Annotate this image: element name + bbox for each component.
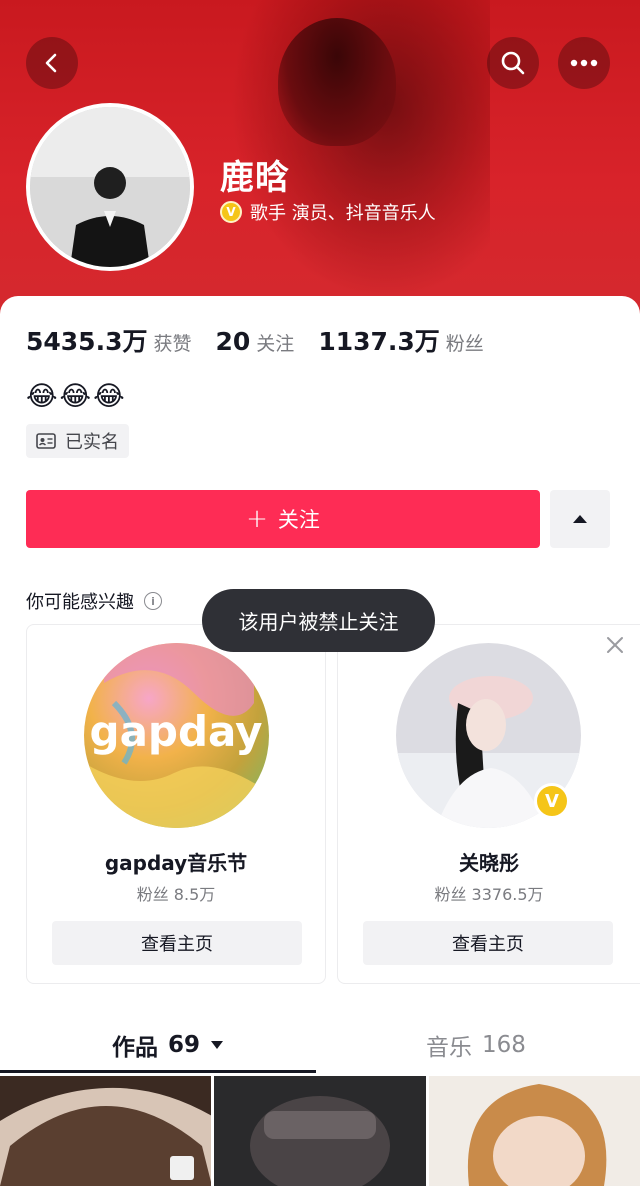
suggestion-card[interactable]: V 关晓彤 粉丝 3376.5万 查看主页 <box>337 624 640 984</box>
search-icon <box>501 51 525 75</box>
chevron-left-icon <box>45 53 57 73</box>
verification-text: 歌手 演员、抖音音乐人 <box>250 203 436 224</box>
tab-music-count: 168 <box>482 1032 526 1058</box>
video-thumbnail[interactable] <box>428 1076 640 1186</box>
tab-works-label: 作品 <box>112 1035 158 1061</box>
bio-emojis: 😂😂😂 <box>26 381 127 412</box>
follow-label: 关注 <box>277 508 320 532</box>
suggestion-card[interactable]: gapday gapday音乐节 粉丝 8.5万 查看主页 <box>26 624 326 984</box>
real-name-verified-tag: 已实名 <box>26 424 129 458</box>
following-count[interactable]: 20 <box>216 327 251 356</box>
followers-label: 粉丝 <box>445 333 484 355</box>
video-grid <box>0 1076 640 1186</box>
profile-avatar[interactable] <box>26 103 194 271</box>
verification-row: V 歌手 演员、抖音音乐人 <box>220 199 436 225</box>
search-button[interactable] <box>487 37 539 89</box>
verified-badge-icon: V <box>220 201 242 223</box>
content-tabs: 作品 69 音乐 168 <box>0 1014 640 1074</box>
tab-music-label: 音乐 <box>426 1035 472 1061</box>
gapday-logo-text: gapday <box>90 707 263 756</box>
tab-works[interactable]: 作品 69 <box>112 1028 224 1062</box>
tab-works-count: 69 <box>168 1032 201 1058</box>
stats-row: 5435.3万 获赞 20 关注 1137.3万 粉丝 <box>26 322 508 358</box>
suggestions-title-row: 你可能感兴趣 i <box>26 588 162 614</box>
follow-button[interactable]: + 关注 <box>26 490 540 548</box>
suggestion-name: 关晓彤 <box>459 851 519 875</box>
video-thumbnail[interactable] <box>0 1076 212 1186</box>
followers-count[interactable]: 1137.3万 <box>318 322 439 358</box>
active-tab-indicator <box>0 1070 316 1073</box>
info-icon[interactable]: i <box>144 592 162 610</box>
avatar-image <box>30 107 190 267</box>
back-button[interactable] <box>26 37 78 89</box>
likes-count[interactable]: 5435.3万 <box>26 322 147 358</box>
follow-blocked-toast: 该用户被禁止关注 <box>202 589 435 652</box>
id-card-icon <box>36 433 56 449</box>
more-dots-icon <box>570 59 598 67</box>
close-icon[interactable] <box>606 636 624 654</box>
collapse-suggestions-button[interactable] <box>550 490 610 548</box>
verified-badge-icon: V <box>534 783 570 819</box>
video-thumbnail[interactable] <box>214 1076 426 1186</box>
profile-name: 鹿晗 <box>220 158 290 198</box>
likes-label: 获赞 <box>153 333 192 355</box>
suggestions-title: 你可能感兴趣 <box>26 592 134 613</box>
tab-music[interactable]: 音乐 168 <box>426 1028 526 1062</box>
suggestion-avatar-gapday[interactable]: gapday <box>84 643 269 828</box>
view-profile-button[interactable]: 查看主页 <box>363 921 613 965</box>
suggestion-name: gapday音乐节 <box>104 851 248 875</box>
gapday-logo-image: gapday <box>84 643 269 828</box>
caret-down-icon <box>211 1041 224 1049</box>
suggestion-fans: 粉丝 3376.5万 <box>434 885 544 904</box>
view-profile-button[interactable]: 查看主页 <box>52 921 302 965</box>
header-background-figure <box>278 18 396 146</box>
following-label: 关注 <box>256 333 295 355</box>
plus-icon: + <box>246 504 268 534</box>
real-name-verified-label: 已实名 <box>65 432 119 453</box>
suggestion-fans: 粉丝 8.5万 <box>136 885 216 904</box>
more-options-button[interactable] <box>558 37 610 89</box>
triangle-up-icon <box>573 515 587 523</box>
